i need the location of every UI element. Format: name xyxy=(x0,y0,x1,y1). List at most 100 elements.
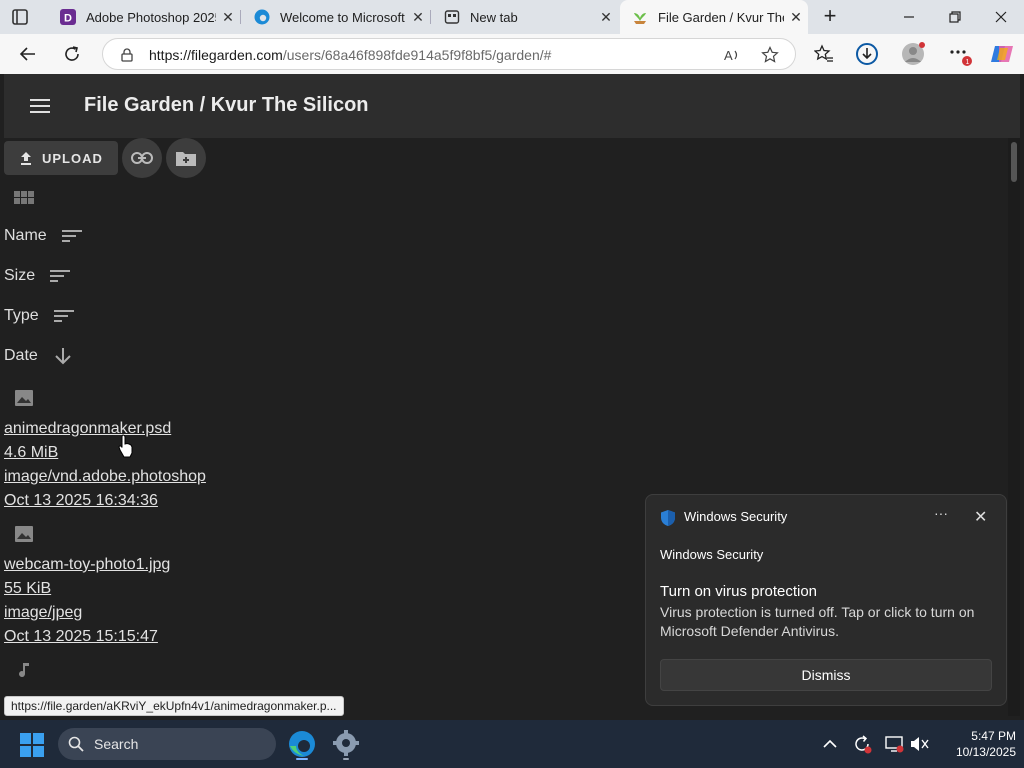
tab-file-garden[interactable]: File Garden / Kvur The S ✕ xyxy=(620,0,808,34)
url-text: https://filegarden.com/users/68a46f898fd… xyxy=(149,47,551,63)
toast-body: Virus protection is turned off. Tap or c… xyxy=(660,604,975,639)
toast-close-icon[interactable]: ✕ xyxy=(974,507,987,527)
sort-label: Type xyxy=(4,307,39,324)
tab-photoshop[interactable]: D Adobe Photoshop 2025 ✕ xyxy=(48,0,240,34)
tab-title: New tab xyxy=(470,9,518,25)
back-button[interactable] xyxy=(16,42,40,66)
refresh-icon xyxy=(65,46,79,61)
edge-taskbar-icon[interactable] xyxy=(286,728,318,760)
grid-view-icon[interactable] xyxy=(14,188,34,208)
settings-gear-icon[interactable] xyxy=(330,728,362,760)
refresh-button[interactable] xyxy=(60,42,84,66)
sort-lines-icon xyxy=(61,230,82,242)
sort-by-name[interactable]: Name xyxy=(4,224,83,248)
file-name-link[interactable]: webcam-toy-photo1.jpg xyxy=(4,556,170,574)
file-type-link[interactable]: image/vnd.adobe.photoshop xyxy=(4,468,206,486)
file-name-link[interactable]: animedragonmaker.psd xyxy=(4,420,171,438)
browser-toolbar: https://filegarden.com/users/68a46f898fd… xyxy=(0,34,1024,74)
profile-button[interactable] xyxy=(901,42,925,66)
tab-divider xyxy=(240,10,241,24)
scrollbar-thumb[interactable] xyxy=(1011,142,1017,182)
restore-button[interactable] xyxy=(932,0,978,34)
downloads-button[interactable] xyxy=(855,42,879,66)
taskbar: Search 5:47 PM 10/13/2025 xyxy=(0,720,1024,768)
close-window-button[interactable] xyxy=(978,0,1024,34)
upload-icon xyxy=(21,152,31,165)
tab-welcome-edge[interactable]: Welcome to Microsoft E ✕ xyxy=(242,0,430,34)
taskbar-search[interactable]: Search xyxy=(58,728,276,760)
image-icon xyxy=(15,390,33,406)
sync-icon[interactable] xyxy=(852,734,872,754)
sort-lines-icon xyxy=(50,270,71,282)
url-path: /users/68a46f898fde914a5f9f8bf5/garden/# xyxy=(282,47,552,63)
notification-toast[interactable]: Windows Security ··· ✕ Windows Security … xyxy=(645,494,1007,706)
link-status-bar: https://file.garden/aKRviY_ekUpfn4v1/ani… xyxy=(4,696,344,716)
sort-label: Name xyxy=(4,227,47,244)
avatar-icon xyxy=(902,42,925,65)
tab-divider xyxy=(430,10,431,24)
page-scrollbar[interactable] xyxy=(1008,138,1020,716)
link-icon xyxy=(131,152,153,164)
hand-cursor-icon xyxy=(118,434,133,458)
svg-text:1: 1 xyxy=(966,59,970,66)
sort-by-type[interactable]: Type xyxy=(4,304,75,328)
file-type-link[interactable]: image/jpeg xyxy=(4,604,82,622)
tab-close-icon[interactable]: ✕ xyxy=(594,9,618,26)
file-date-link[interactable]: Oct 13 2025 16:34:36 xyxy=(4,492,158,510)
arrow-down-icon xyxy=(55,348,71,365)
tab-new-tab[interactable]: New tab ✕ xyxy=(432,0,618,34)
file-size-link[interactable]: 55 KiB xyxy=(4,580,51,598)
browser-tab-strip: D Adobe Photoshop 2025 ✕ Welcome to Micr… xyxy=(0,0,1024,34)
more-dots-icon: 1 xyxy=(950,50,972,66)
tab-title: Adobe Photoshop 2025 xyxy=(86,9,216,25)
add-link-button[interactable] xyxy=(122,138,162,178)
minimize-button[interactable] xyxy=(886,0,932,34)
hamburger-menu-icon[interactable] xyxy=(30,98,50,114)
tab-close-icon[interactable]: ✕ xyxy=(784,9,808,26)
windows-start-icon[interactable] xyxy=(20,733,44,757)
toast-more-options[interactable]: ··· xyxy=(934,505,948,521)
svg-text:A: A xyxy=(724,48,733,63)
tab-close-icon[interactable]: ✕ xyxy=(216,9,240,26)
new-folder-button[interactable] xyxy=(166,138,206,178)
upload-label: UPLOAD xyxy=(42,150,103,166)
url-host: https://filegarden.com xyxy=(149,47,283,63)
create-folder-icon xyxy=(176,152,196,166)
favorites-button[interactable] xyxy=(812,42,836,66)
file-size-link[interactable]: 4.6 MiB xyxy=(4,444,58,462)
display-icon[interactable] xyxy=(884,734,904,754)
download-icon xyxy=(856,43,878,65)
favorites-icon xyxy=(814,44,833,62)
page-title: File Garden / Kvur The Silicon xyxy=(84,94,369,116)
sort-by-date[interactable]: Date xyxy=(4,344,74,368)
toast-source: Windows Security xyxy=(660,547,764,562)
app-bar: File Garden / Kvur The Silicon xyxy=(4,74,1020,138)
new-tab-button[interactable]: + xyxy=(818,5,842,29)
network-volume-icon[interactable] xyxy=(910,734,930,754)
chevron-up-icon[interactable] xyxy=(820,734,840,754)
tab-close-icon[interactable]: ✕ xyxy=(406,9,430,26)
close-icon xyxy=(995,11,1007,23)
clock-date: 10/13/2025 xyxy=(955,745,1016,759)
toast-heading: Turn on virus protection xyxy=(660,583,818,600)
search-icon xyxy=(68,736,84,752)
dismiss-button[interactable]: Dismiss xyxy=(660,659,992,691)
tab-title: File Garden / Kvur The S xyxy=(658,9,784,25)
upload-button[interactable]: UPLOAD xyxy=(4,141,118,175)
tab-actions-icon[interactable] xyxy=(10,7,30,27)
screen: D Adobe Photoshop 2025 ✕ Welcome to Micr… xyxy=(0,0,1024,768)
image-icon xyxy=(15,526,33,542)
search-label: Search xyxy=(94,736,139,752)
read-aloud-icon[interactable]: A xyxy=(723,46,741,64)
copilot-button[interactable] xyxy=(990,42,1014,66)
clock-time: 5:47 PM xyxy=(971,729,1016,743)
address-bar[interactable]: https://filegarden.com/users/68a46f898fd… xyxy=(102,38,796,70)
site-info-icon[interactable] xyxy=(119,47,135,63)
sort-lines-icon xyxy=(53,310,74,322)
sort-by-size[interactable]: Size xyxy=(4,264,71,288)
toast-app-name: Windows Security xyxy=(684,509,788,524)
system-clock[interactable]: 5:47 PM 10/13/2025 xyxy=(940,728,1016,760)
settings-more-button[interactable]: 1 xyxy=(948,42,972,66)
favorite-star-icon[interactable] xyxy=(761,46,779,64)
file-date-link[interactable]: Oct 13 2025 15:15:47 xyxy=(4,628,158,646)
